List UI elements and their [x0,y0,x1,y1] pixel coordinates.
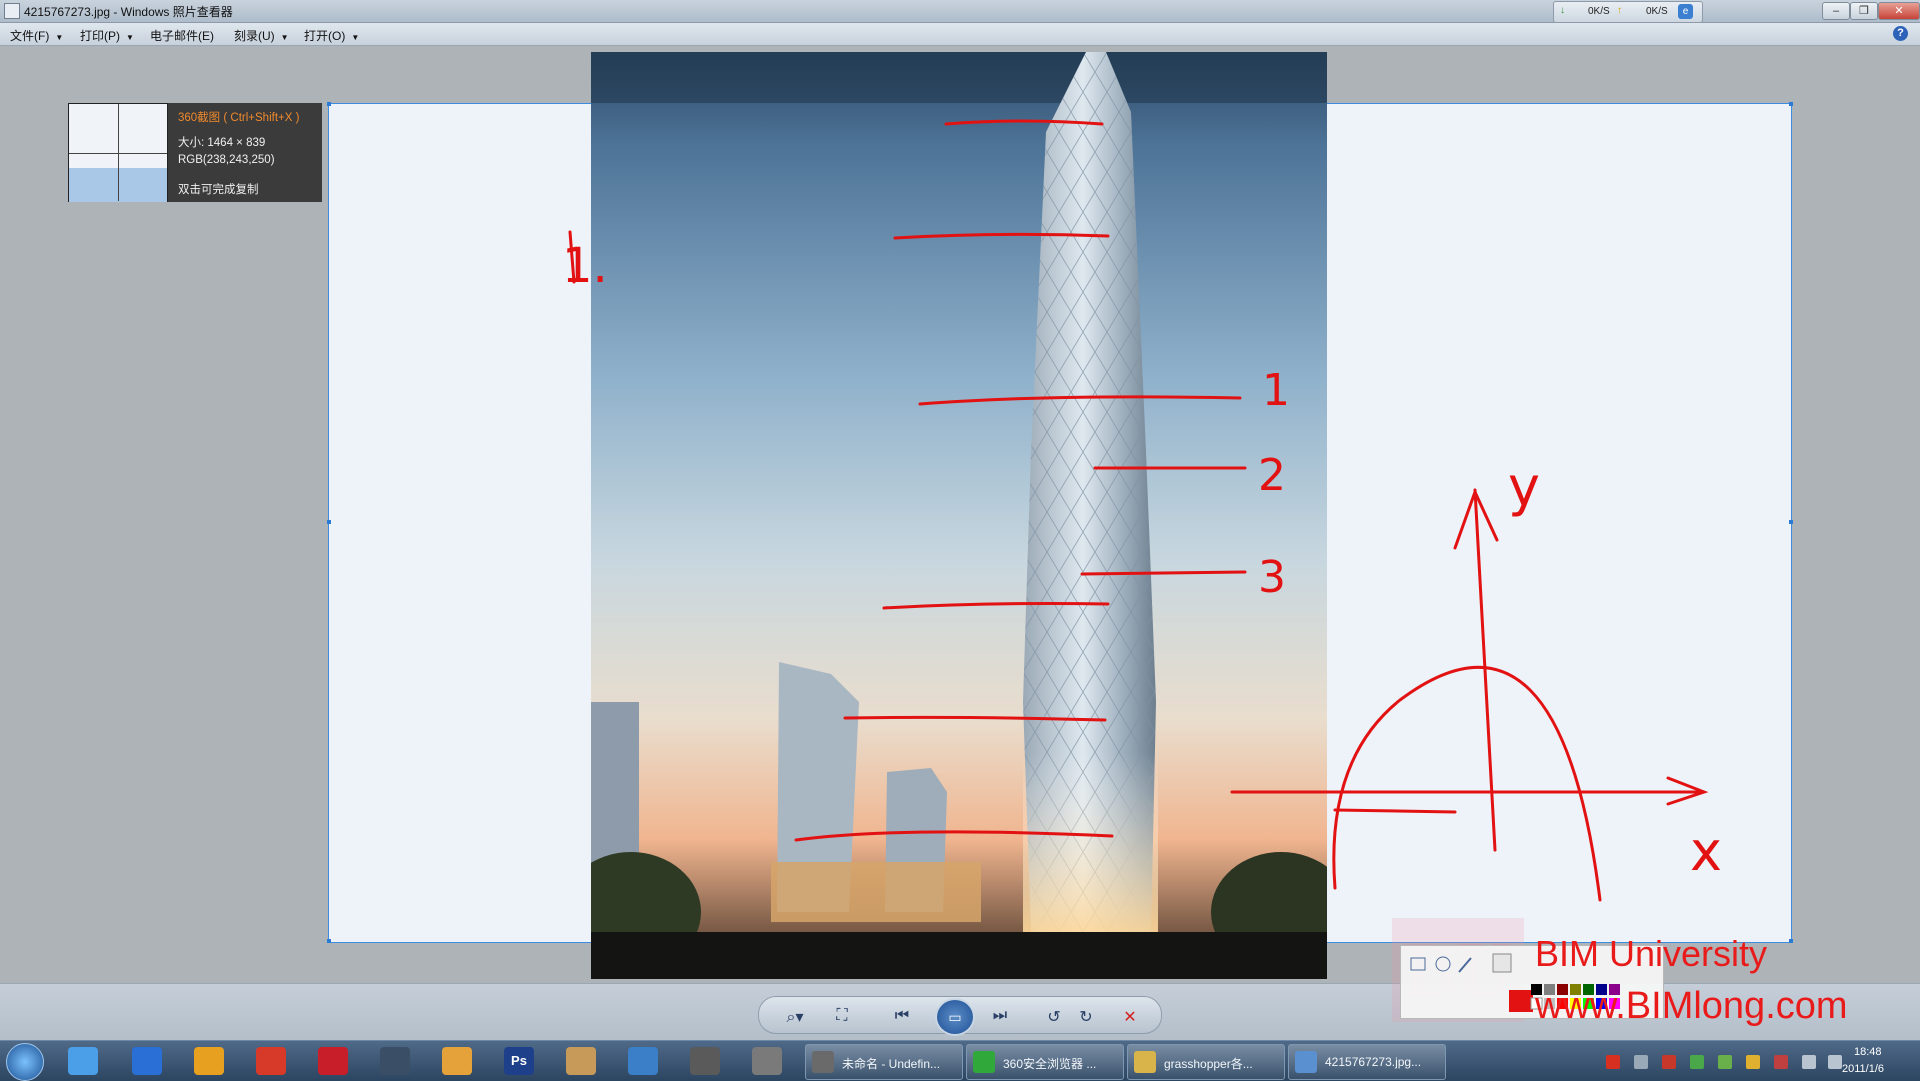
resize-handle[interactable] [327,939,331,943]
task-icon [812,1051,834,1073]
pinned-app[interactable] [442,1047,472,1075]
download-arrow-icon: ↓ [1560,5,1565,16]
pinned-app[interactable] [752,1047,782,1075]
chevron-down-icon: ▼ [126,33,134,42]
toolbar-pill: ⌕▾ ⛶ ⏮ ▭ ⏭ ↺ ↻ ✕ [758,996,1162,1036]
window-title: 4215767273.jpg - Windows 照片查看器 [24,5,233,19]
network-icon[interactable] [1802,1055,1816,1069]
actual-size-icon[interactable]: ⛶ [829,1007,855,1025]
shield-icon[interactable] [1718,1055,1732,1069]
volume-icon[interactable] [1828,1055,1842,1069]
resize-handle[interactable] [1789,520,1793,524]
network-monitor[interactable]: ↓ 0K/S ↑ 0K/S e [1553,1,1703,23]
taskbar-item[interactable]: grasshopper各... [1127,1044,1285,1080]
taskbar-item[interactable]: 未命名 - Undefin... [805,1044,963,1080]
capture-rgb: RGB(238,243,250) [178,154,275,166]
photoshop-app[interactable]: Ps [504,1047,534,1075]
slideshow-button[interactable]: ▭ [935,998,975,1036]
download-speed: 0K/S [1588,6,1610,17]
upload-speed: 0K/S [1646,6,1668,17]
url-watermark: www.BIMlong.com [1535,985,1848,1027]
menu-email-label: 电子邮件(E) [150,29,214,43]
app-icon [4,3,20,19]
pinned-app[interactable] [194,1047,224,1075]
help-icon[interactable]: ? [1893,26,1908,41]
pinned-app[interactable] [566,1047,596,1075]
rotate-ccw-icon[interactable]: ↺ [1041,1007,1067,1027]
pinned-app[interactable] [256,1047,286,1075]
menu-print[interactable]: 打印(P) ▼ [80,27,134,44]
resize-handle[interactable] [1789,102,1793,106]
photo-image [591,52,1327,979]
resize-handle[interactable] [327,520,331,524]
rotate-cw-icon[interactable]: ↻ [1073,1007,1099,1027]
menu-bar: 文件(F) ▼ 打印(P) ▼ 电子邮件(E) 刻录(U) ▼ 打开(O) ▼ ? [0,23,1920,46]
menu-file[interactable]: 文件(F) ▼ [10,27,63,44]
tray-icon[interactable] [1690,1055,1704,1069]
task-icon [973,1051,995,1073]
pinned-app[interactable] [690,1047,720,1075]
menu-open-label: 打开(O) [304,29,346,43]
capture-title: 360截图 ( Ctrl+Shift+X ) [178,112,300,124]
task-icon [1134,1051,1156,1073]
window-title-bar[interactable]: 4215767273.jpg - Windows 照片查看器 ↓ 0K/S ↑ … [0,0,1920,23]
menu-burn-label: 刻录(U) [234,29,275,43]
minimize-button[interactable]: – [1822,2,1850,20]
input-method-icon[interactable] [1606,1055,1620,1069]
crosshair-vertical [118,104,119,201]
task-label: 360安全浏览器 ... [1003,1057,1097,1071]
resize-handle[interactable] [327,102,331,106]
tray-icon[interactable] [1662,1055,1676,1069]
upload-arrow-icon: ↑ [1617,5,1622,16]
start-button[interactable] [6,1043,44,1081]
restore-button[interactable]: ❐ [1850,2,1878,20]
capture-size: 大小: 1464 × 839 [178,137,266,149]
tray-icon[interactable] [1634,1055,1648,1069]
resize-handle[interactable] [1789,939,1793,943]
clock-date[interactable]: 2011/1/6 [1842,1063,1884,1075]
previous-icon[interactable]: ⏮ [889,1007,915,1025]
pinned-app[interactable] [318,1047,348,1075]
task-icon [1295,1051,1317,1073]
delete-icon[interactable]: ✕ [1117,1007,1143,1027]
close-button[interactable]: ✕ [1878,2,1920,20]
system-tray [1600,1047,1850,1075]
pinned-app[interactable] [132,1047,162,1075]
taskbar-item[interactable]: 4215767273.jpg... [1288,1044,1446,1080]
taskbar-item[interactable]: 360安全浏览器 ... [966,1044,1124,1080]
task-label: 4215767273.jpg... [1325,1055,1422,1069]
menu-burn[interactable]: 刻录(U) ▼ [234,27,289,44]
menu-file-label: 文件(F) [10,29,50,43]
task-label: grasshopper各... [1164,1057,1253,1071]
chevron-down-icon: ▼ [351,33,360,42]
pinned-app[interactable] [68,1047,98,1075]
menu-email[interactable]: 电子邮件(E) [150,27,214,44]
zoom-icon[interactable]: ⌕▾ [777,1007,813,1027]
tower-photo-graphic [591,52,1327,979]
windows-taskbar: Ps 未命名 - Undefin... 360安全浏览器 ... grassho… [0,1040,1920,1081]
chevron-down-icon: ▼ [55,33,64,42]
chevron-down-icon: ▼ [280,33,289,42]
browser-icon[interactable]: e [1678,4,1693,19]
pinned-app[interactable] [380,1047,410,1075]
clock-time[interactable]: 18:48 [1854,1046,1882,1058]
magnifier-preview [68,103,168,202]
tray-icon[interactable] [1774,1055,1788,1069]
capture-hint: 双击可完成复制 [178,184,259,196]
task-label: 未命名 - Undefin... [842,1057,941,1071]
next-icon[interactable]: ⏭ [987,1007,1013,1025]
menu-print-label: 打印(P) [80,29,120,43]
tray-icon[interactable] [1746,1055,1760,1069]
pinned-app[interactable] [628,1047,658,1075]
capture-info-panel: 360截图 ( Ctrl+Shift+X ) 大小: 1464 × 839 RG… [68,103,322,202]
brand-watermark: BIM University [1535,933,1768,974]
menu-open[interactable]: 打开(O) ▼ [304,27,359,44]
